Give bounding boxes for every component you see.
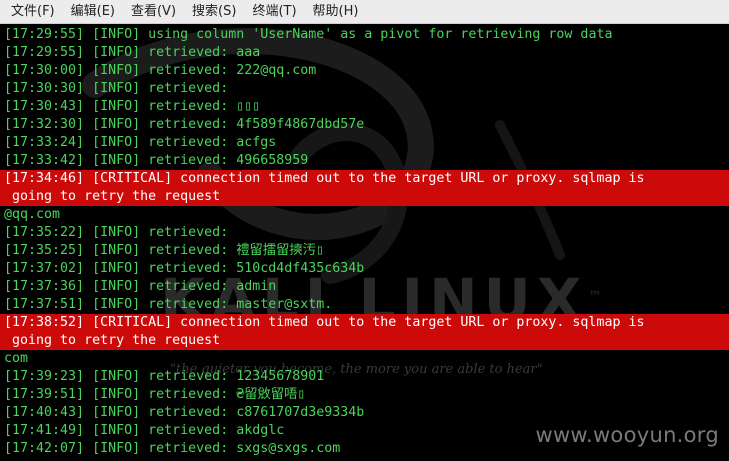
log-level: [INFO] [92,279,141,294]
timestamp: [17:37:02] [4,261,85,276]
log-level: [INFO] [92,405,141,420]
log-message: retrieved: 12345678901 [148,369,325,384]
log-level: [INFO] [92,261,141,276]
timestamp: [17:41:49] [4,423,85,438]
log-message: going to retry the request [12,189,221,204]
log-level: [INFO] [92,27,141,42]
critical-log-line: going to retry the request [0,188,729,206]
log-message: retrieved: 222@qq.com [148,63,317,78]
menu-bar: 文件(F) 编辑(E) 查看(V) 搜索(S) 终端(T) 帮助(H) [0,0,729,24]
log-level: [CRITICAL] [92,171,173,186]
menu-edit[interactable]: 编辑(E) [63,0,123,24]
log-message: retrieved: 禮留擂留摤汚▯ [148,243,324,258]
log-message: @qq.com [4,207,61,222]
log-message: retrieved: c8761707d3e9334b [148,405,365,420]
timestamp: [17:42:07] [4,441,85,456]
log-message: retrieved: 510cd4df435c634b [148,261,365,276]
log-level: [INFO] [92,243,141,258]
log-level: [INFO] [92,153,141,168]
log-level: [INFO] [92,63,141,78]
timestamp: [17:30:00] [4,63,85,78]
log-message: retrieved: ₴留敓留唔▯ [148,387,306,402]
log-level: [INFO] [92,297,141,312]
log-level: [INFO] [92,423,141,438]
timestamp: [17:33:24] [4,135,85,150]
timestamp: [17:34:46] [4,171,85,186]
timestamp: [17:35:22] [4,225,85,240]
terminal-pane[interactable]: KALI LINUX ™ "the quieter you become, th… [0,25,729,461]
log-level: [CRITICAL] [92,315,173,330]
timestamp: [17:37:36] [4,279,85,294]
log-message: retrieved: [148,225,229,240]
timestamp: [17:39:23] [4,369,85,384]
info-log-line: [17:35:25] [INFO] retrieved: 禮留擂留摤汚▯ [4,242,725,260]
timestamp: [17:29:55] [4,45,85,60]
timestamp: [17:40:43] [4,405,85,420]
info-log-line: [17:37:02] [INFO] retrieved: 510cd4df435… [4,260,725,278]
timestamp: [17:30:43] [4,99,85,114]
log-message: going to retry the request [12,333,221,348]
info-log-line: [17:32:30] [INFO] retrieved: 4f589f4867d… [4,116,725,134]
menu-view[interactable]: 查看(V) [123,0,184,24]
log-message: com [4,351,29,366]
log-message: retrieved: 496658959 [148,153,309,168]
terminal-output: [17:29:55] [INFO] using column 'UserName… [0,26,729,458]
timestamp: [17:29:55] [4,27,85,42]
info-log-line: [17:29:55] [INFO] using column 'UserName… [4,26,725,44]
info-log-line: [17:30:43] [INFO] retrieved: ▯▯▯ [4,98,725,116]
log-message: connection timed out to the target URL o… [180,171,645,186]
log-level: [INFO] [92,369,141,384]
log-message: retrieved: master@sxtm. [148,297,333,312]
timestamp: [17:32:30] [4,117,85,132]
log-level: [INFO] [92,45,141,60]
log-message: retrieved: ▯▯▯ [148,99,261,114]
info-log-line: [17:40:43] [INFO] retrieved: c8761707d3e… [4,404,725,422]
info-log-line: [17:29:55] [INFO] retrieved: aaa [4,44,725,62]
info-log-line: [17:37:36] [INFO] retrieved: admin [4,278,725,296]
critical-log-line: going to retry the request [0,332,729,350]
log-level: [INFO] [92,441,141,456]
output-line: com [4,350,725,368]
output-line: @qq.com [4,206,725,224]
menu-help[interactable]: 帮助(H) [305,0,367,24]
info-log-line: [17:39:23] [INFO] retrieved: 12345678901 [4,368,725,386]
timestamp: [17:39:51] [4,387,85,402]
log-message: using column 'UserName' as a pivot for r… [148,27,613,42]
menu-search[interactable]: 搜索(S) [184,0,244,24]
menu-file[interactable]: 文件(F) [3,0,63,24]
timestamp: [17:30:30] [4,81,85,96]
log-message: retrieved: sxgs@sxgs.com [148,441,341,456]
log-message: retrieved: akdglc [148,423,285,438]
log-message: retrieved: acfgs [148,135,277,150]
log-level: [INFO] [92,117,141,132]
watermark: www.wooyun.org [535,423,719,447]
log-level: [INFO] [92,225,141,240]
log-level: [INFO] [92,81,141,96]
log-level: [INFO] [92,99,141,114]
timestamp: [17:33:42] [4,153,85,168]
log-message: retrieved: aaa [148,45,261,60]
menu-terminal[interactable]: 终端(T) [244,0,304,24]
info-log-line: [17:30:00] [INFO] retrieved: 222@qq.com [4,62,725,80]
info-log-line: [17:30:30] [INFO] retrieved: [4,80,725,98]
timestamp: [17:38:52] [4,315,85,330]
critical-log-line: [17:34:46] [CRITICAL] connection timed o… [0,170,729,188]
log-message: retrieved: 4f589f4867dbd57e [148,117,365,132]
log-level: [INFO] [92,387,141,402]
info-log-line: [17:39:51] [INFO] retrieved: ₴留敓留唔▯ [4,386,725,404]
info-log-line: [17:33:42] [INFO] retrieved: 496658959 [4,152,725,170]
log-message: retrieved: admin [148,279,277,294]
log-message: connection timed out to the target URL o… [180,315,645,330]
info-log-line: [17:37:51] [INFO] retrieved: master@sxtm… [4,296,725,314]
info-log-line: [17:35:22] [INFO] retrieved: [4,224,725,242]
timestamp: [17:37:51] [4,297,85,312]
info-log-line: [17:33:24] [INFO] retrieved: acfgs [4,134,725,152]
log-level: [INFO] [92,135,141,150]
log-message: retrieved: [148,81,229,96]
critical-log-line: [17:38:52] [CRITICAL] connection timed o… [0,314,729,332]
timestamp: [17:35:25] [4,243,85,258]
